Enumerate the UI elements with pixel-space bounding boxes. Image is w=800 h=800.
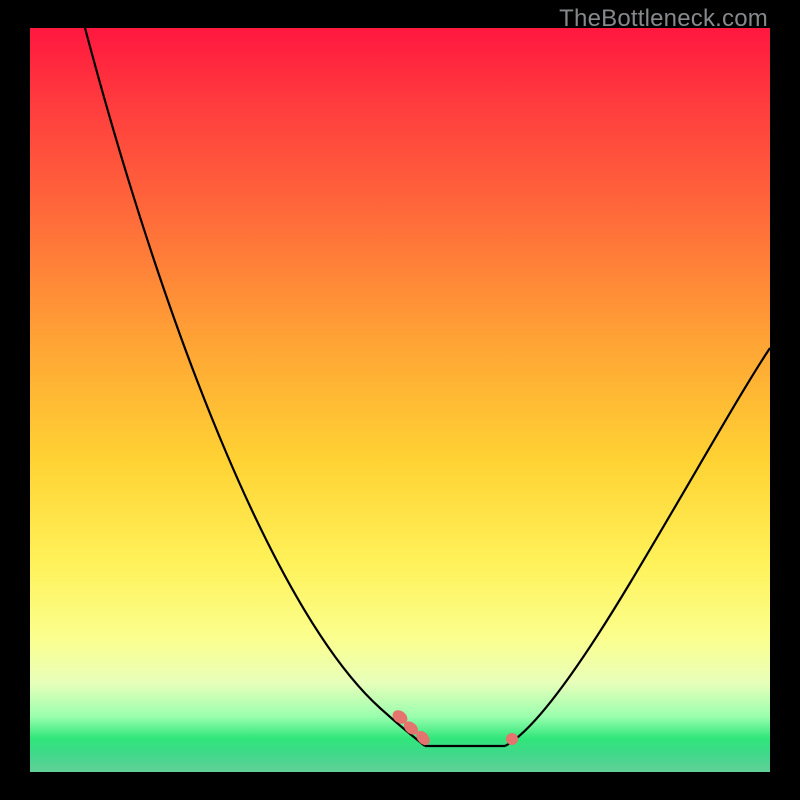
watermark-text: TheBottleneck.com	[559, 5, 768, 33]
curve-right	[505, 348, 770, 746]
chart-frame: TheBottleneck.com	[0, 0, 800, 800]
data-marker-4	[506, 733, 518, 745]
curve-left	[85, 28, 425, 746]
curve-group	[85, 28, 770, 746]
chart-svg	[30, 28, 770, 772]
chart-plot-area	[30, 28, 770, 772]
